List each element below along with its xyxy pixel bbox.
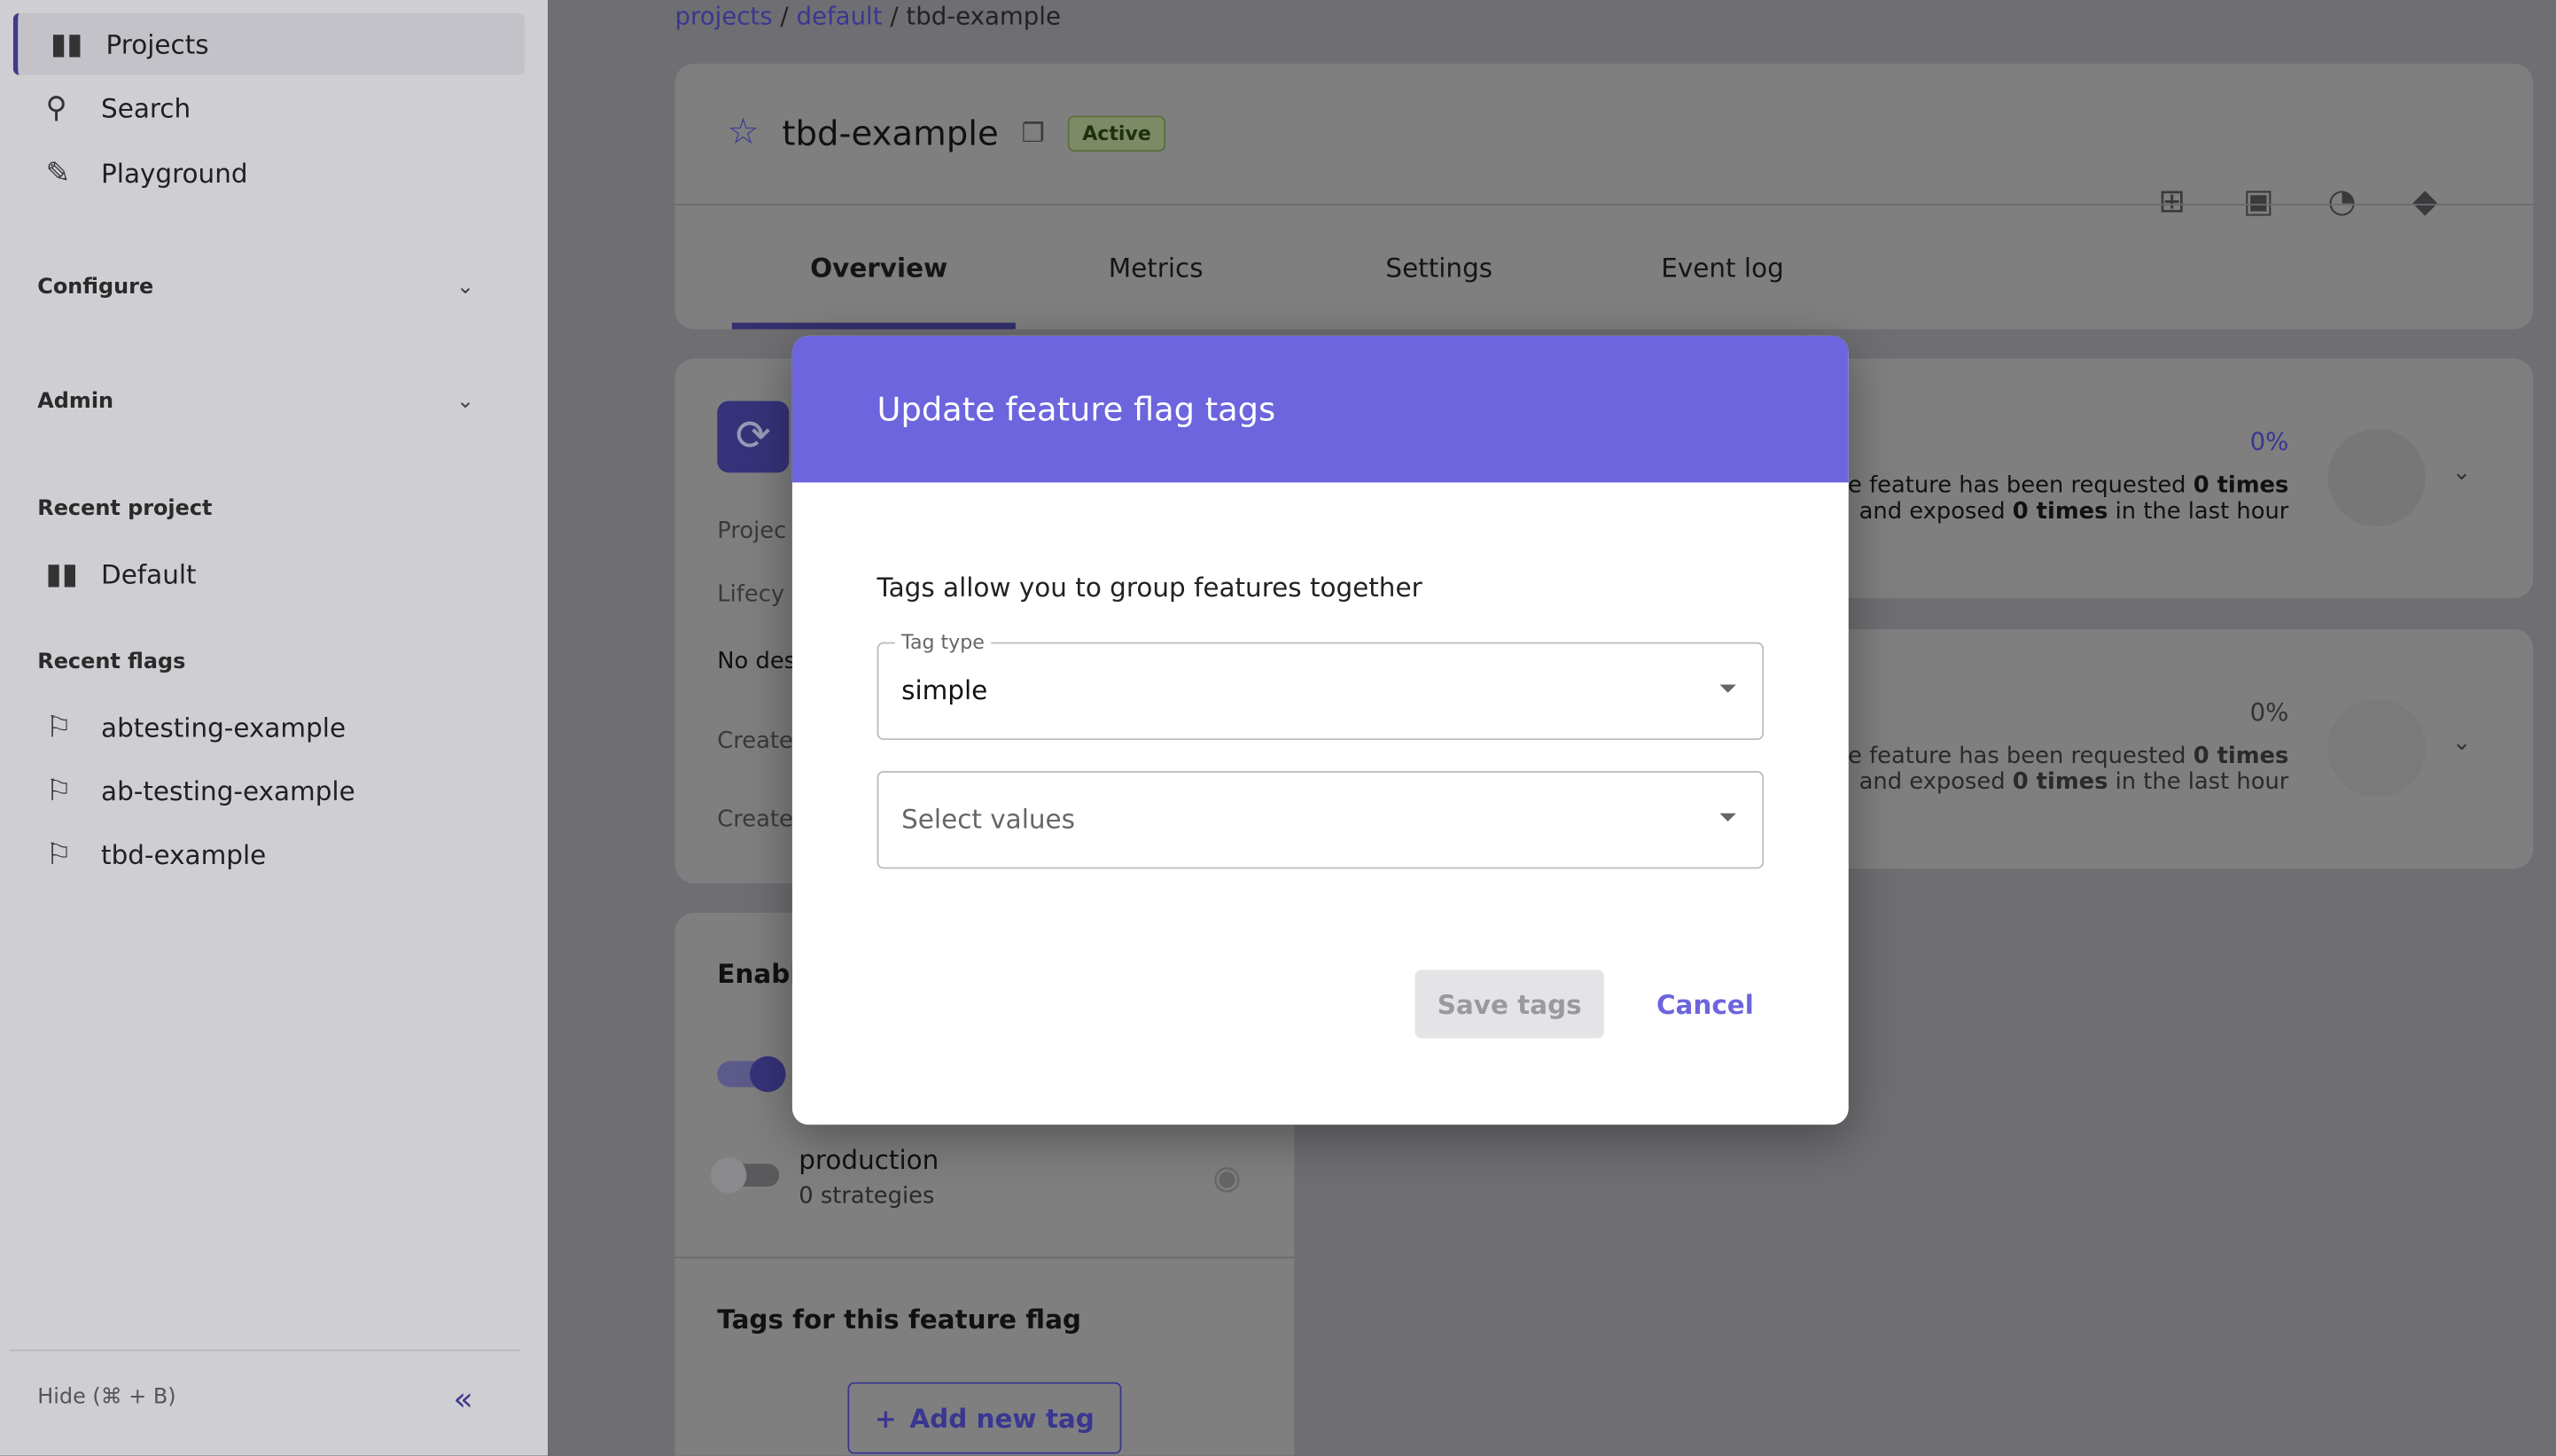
tab-event-log[interactable]: Event log [1661,253,1784,284]
eye-icon[interactable]: ◉ [1212,1157,1241,1196]
tag-type-select[interactable]: Tag type simple [877,630,1765,741]
metrics-gauge [2327,428,2426,527]
percent: 0% [2249,697,2289,728]
active-tab-indicator [731,323,1016,330]
sidebar-item-playground[interactable]: ✎ Playground [13,142,520,204]
breadcrumb: projects / default / tbd-example [674,1,1061,31]
configure-section[interactable]: Configure [37,276,153,300]
admin-section[interactable]: Admin [37,390,113,415]
tab-overview[interactable]: Overview [810,253,947,284]
hide-sidebar-label[interactable]: Hide (⌘ + B) [37,1385,175,1410]
created-by-label: Create [717,806,793,833]
production-toggle[interactable] [710,1156,780,1194]
lifecycle-label: Lifecy [717,581,785,609]
created-at-label: Create [717,728,793,755]
project-label: Projec [717,518,787,545]
tab-metrics[interactable]: Metrics [1109,253,1204,284]
save-tags-button[interactable]: Save tags [1414,969,1604,1039]
chevron-down-icon[interactable]: ⌄ [456,390,474,415]
projects-icon: ▮▮ [51,27,83,61]
tag-icon[interactable]: ◆ [2412,181,2448,220]
values-placeholder: Select values [901,803,1075,835]
breadcrumb-current: tbd-example [906,1,1061,31]
tag-type-value: simple [901,674,988,706]
breadcrumb-default[interactable]: default [796,2,882,31]
divider [10,1349,520,1351]
history-icon[interactable]: ◔ [2328,181,2364,220]
search-icon: ⚲ [45,90,67,125]
sidebar: ▮▮ Projects ⚲ Search ✎ Playground Configure… [0,0,549,1456]
metrics-gauge [2327,699,2426,798]
breadcrumb-projects[interactable]: projects [674,2,772,31]
chevron-down-icon[interactable]: ⌄ [456,276,474,300]
dropdown-arrow-icon [1719,813,1736,822]
update-tags-dialog: Update feature flag tags Tags allow you … [791,335,1849,1125]
recent-flag-item[interactable]: ⚐ abtesting-example [13,696,520,758]
add-new-tag-button[interactable]: + Add new tag [847,1382,1122,1454]
status-badge: Active [1067,114,1166,152]
dialog-description: Tags allow you to group features togethe… [877,572,1422,603]
cancel-button[interactable]: Cancel [1637,969,1774,1038]
environment-name: production [799,1144,939,1176]
flag-icon: ⚐ [45,710,73,744]
tag-values-select[interactable]: Select values [877,770,1765,869]
flag-icon: ⚐ [45,837,73,872]
metrics-text: e feature has been requested 0 times and … [1848,472,2289,526]
tags-title: Tags for this feature flag [717,1304,1081,1335]
archive-icon[interactable]: ▣ [2243,181,2279,220]
dialog-title: Update feature flag tags [791,335,1849,483]
recent-project-default[interactable]: ▮▮ Default [13,542,520,604]
percent: 0% [2249,426,2289,457]
chevron-down-icon[interactable]: ⌄ [2452,460,2472,486]
divider [674,203,2534,206]
copy-icon[interactable]: ❐ [1022,117,1045,148]
flag-icon: ⚐ [45,773,73,808]
star-icon[interactable]: ☆ [727,113,759,153]
recent-project-heading: Recent project [37,496,213,522]
page-title: tbd-example [782,113,999,152]
projects-icon: ▮▮ [45,557,78,591]
recent-flags-heading: Recent flags [37,650,186,675]
lifecycle-icon: ⟳ [717,401,790,473]
recent-flag-item[interactable]: ⚐ tbd-example [13,823,520,885]
environment-toggle[interactable] [717,1055,786,1093]
dropdown-arrow-icon [1719,684,1736,693]
playground-icon: ✎ [45,155,71,191]
description: No des [717,649,797,675]
divider [674,1257,1295,1258]
feature-header-card: ☆ tbd-example ❐ Active ⊞ ▣ ◔ ◆ Overview … [674,63,2534,330]
metrics-text: e feature has been requested 0 times and … [1848,743,2289,796]
environments-title: Enabl [717,958,799,990]
tag-type-label: Tag type [894,630,992,654]
sidebar-item-projects[interactable]: ▮▮ Projects [12,12,526,75]
strategies-count: 0 strategies [799,1183,935,1210]
plus-icon: + [874,1402,897,1434]
tab-settings[interactable]: Settings [1385,253,1492,284]
recent-flag-item[interactable]: ⚐ ab-testing-example [13,759,520,821]
sidebar-item-search[interactable]: ⚲ Search [13,76,520,138]
chevron-down-icon[interactable]: ⌄ [2452,730,2472,756]
collapse-icon[interactable]: « [453,1379,473,1418]
copy-flag-icon[interactable]: ⊞ [2158,181,2194,220]
